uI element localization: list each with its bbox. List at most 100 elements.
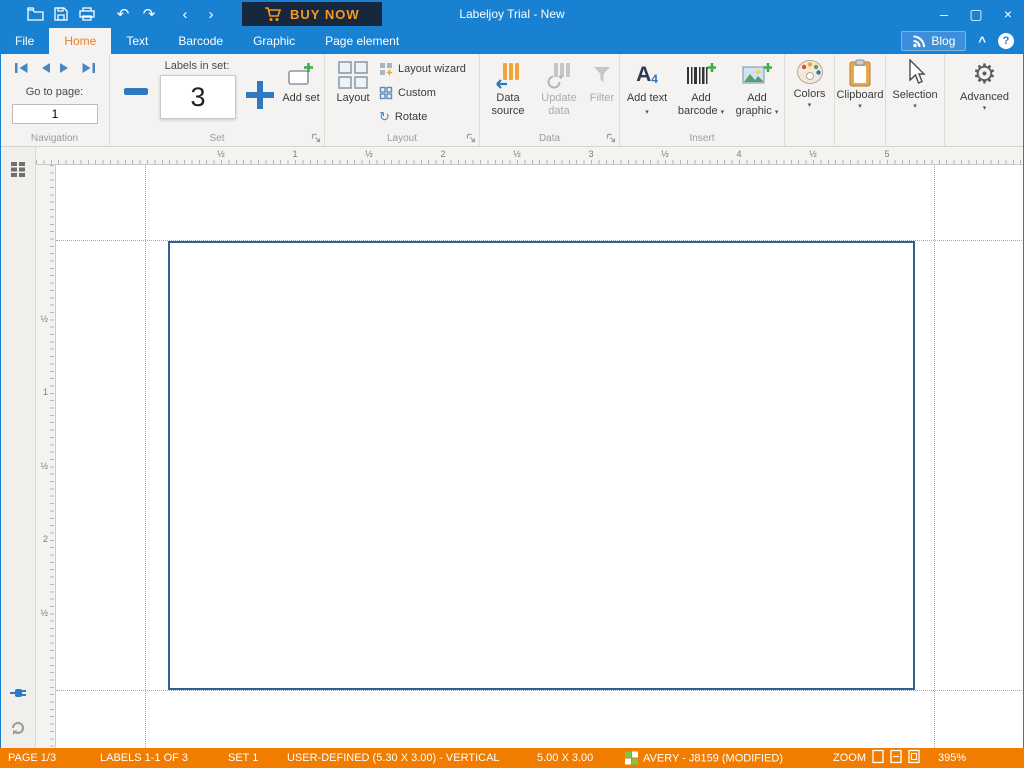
update-data-button[interactable]: Update data <box>534 58 584 126</box>
group-label-insert: Insert <box>620 133 784 144</box>
dropdown-icon: ▾ <box>775 109 779 116</box>
refresh-icon <box>10 720 26 736</box>
add-barcode-button[interactable]: Add barcode ▾ <box>672 58 730 126</box>
forward-button[interactable]: › <box>198 0 224 28</box>
clipboard-icon <box>848 59 872 87</box>
open-folder-icon <box>27 7 44 21</box>
zoom-page-button[interactable] <box>872 750 884 767</box>
custom-layout-button[interactable]: Custom <box>379 83 436 103</box>
dropdown-icon: ▾ <box>645 109 649 116</box>
add-barcode-icon <box>686 62 716 88</box>
add-text-button[interactable]: A4 Add text ▾ <box>624 58 670 126</box>
window-title: Labeljoy Trial - New <box>459 7 564 21</box>
clipboard-button[interactable]: Clipboard ▾ <box>835 59 885 110</box>
page-navigation-arrows <box>0 62 109 74</box>
zoom-fit-page-button[interactable] <box>908 750 920 767</box>
last-page-button[interactable] <box>80 62 96 74</box>
rotate-label: Rotate <box>395 111 427 123</box>
next-page-button[interactable] <box>59 62 72 74</box>
back-button[interactable]: ‹ <box>172 0 198 28</box>
label-grid-panel-button[interactable] <box>0 161 36 177</box>
print-button[interactable] <box>74 0 100 28</box>
update-data-icon <box>545 62 573 89</box>
zoom-page-icon <box>872 750 884 764</box>
previous-page-button[interactable] <box>38 62 51 74</box>
custom-layout-label: Custom <box>398 87 436 99</box>
filter-icon <box>592 65 612 85</box>
zoom-fit-width-icon <box>890 750 902 764</box>
add-set-button[interactable]: Add set <box>280 58 322 126</box>
tab-home[interactable]: Home <box>49 28 111 54</box>
decrease-labels-button[interactable] <box>124 88 150 102</box>
open-file-button[interactable] <box>22 0 48 28</box>
zoom-fit-page-icon <box>908 750 920 764</box>
dropdown-icon: ▾ <box>983 104 987 112</box>
status-page: PAGE 1/3 <box>8 752 56 764</box>
ribbon-group-set: Labels in set: Add set Set <box>110 54 325 146</box>
dropdown-icon: ▾ <box>721 109 725 116</box>
rotate-button[interactable]: ↻ Rotate <box>379 107 427 127</box>
first-page-button[interactable] <box>14 62 30 74</box>
ribbon-group-selection: Selection ▾ <box>886 54 945 146</box>
ruler-tick-label: ½ <box>40 461 48 471</box>
minus-icon <box>124 88 148 95</box>
plus-icon <box>246 81 274 109</box>
status-template-button[interactable]: AVERY - J8159 (MODIFIED) <box>625 752 783 765</box>
tab-text[interactable]: Text <box>111 28 163 54</box>
colors-button[interactable]: Colors ▾ <box>785 59 834 109</box>
window-controls: – ▢ × <box>928 0 1024 28</box>
tab-barcode[interactable]: Barcode <box>163 28 238 54</box>
dropdown-icon: ▾ <box>913 102 917 110</box>
layout-button[interactable]: Layout <box>331 58 375 126</box>
tab-file[interactable]: File <box>0 28 49 54</box>
add-graphic-button[interactable]: Add graphic ▾ <box>732 58 782 126</box>
blog-label: Blog <box>931 34 955 48</box>
goto-page-input[interactable] <box>12 104 98 124</box>
data-connector-button[interactable] <box>0 686 36 700</box>
close-button[interactable]: × <box>992 0 1024 28</box>
label-boundary[interactable] <box>168 241 915 690</box>
status-zoom-value[interactable]: 395% <box>938 752 966 764</box>
data-source-button[interactable]: Data source <box>484 58 532 126</box>
tab-graphic[interactable]: Graphic <box>238 28 310 54</box>
blog-button[interactable]: Blog <box>901 31 966 51</box>
group-label-set: Set <box>110 133 324 144</box>
canvas[interactable] <box>56 165 1024 748</box>
filter-button[interactable]: Filter <box>586 58 618 126</box>
ruler-tick-label: 4 <box>736 149 741 159</box>
redo-button[interactable]: ↷ <box>136 0 162 28</box>
labels-in-set-input[interactable] <box>160 75 236 119</box>
menubar: File Home Text Barcode Graphic Page elem… <box>0 28 1024 54</box>
collapse-ribbon-button[interactable]: ^ <box>978 34 986 49</box>
rss-icon <box>912 35 925 48</box>
ruler-tick-label: 3 <box>588 149 593 159</box>
vertical-ruler: ½1½2½ <box>36 165 56 748</box>
layout-wizard-button[interactable]: Layout wizard <box>379 59 466 79</box>
refresh-button[interactable] <box>0 720 36 736</box>
colors-label: Colors <box>794 88 826 101</box>
buy-now-button[interactable]: BUY NOW <box>242 2 382 26</box>
ruler-tick-label: 1 <box>292 149 297 159</box>
selection-label: Selection <box>892 89 937 102</box>
zoom-fit-width-button[interactable] <box>890 750 902 767</box>
statusbar: PAGE 1/3 LABELS 1-1 OF 3 SET 1 USER-DEFI… <box>0 748 1024 768</box>
add-text-label: Add text <box>627 92 667 104</box>
page-edge-guide-bottom <box>56 690 1024 691</box>
maximize-button[interactable]: ▢ <box>960 0 992 28</box>
tab-page-element[interactable]: Page element <box>310 28 414 54</box>
status-labels: LABELS 1-1 OF 3 <box>100 752 188 764</box>
increase-labels-button[interactable] <box>246 81 274 114</box>
status-label-size: 5.00 X 3.00 <box>537 752 593 764</box>
help-button[interactable]: ? <box>998 33 1014 49</box>
minimize-button[interactable]: – <box>928 0 960 28</box>
menubar-right: Blog ^ ? <box>901 28 1024 54</box>
save-button[interactable] <box>48 0 74 28</box>
undo-button[interactable]: ↶ <box>110 0 136 28</box>
clipboard-label: Clipboard <box>836 89 883 102</box>
layout-icon <box>338 61 368 89</box>
template-grid-icon <box>625 752 638 765</box>
selection-button[interactable]: Selection ▾ <box>886 59 944 110</box>
advanced-button[interactable]: ⚙ Advanced ▾ <box>945 59 1024 112</box>
labels-in-set-label: Labels in set: <box>132 60 262 72</box>
ruler-tick-label: ½ <box>40 608 48 618</box>
